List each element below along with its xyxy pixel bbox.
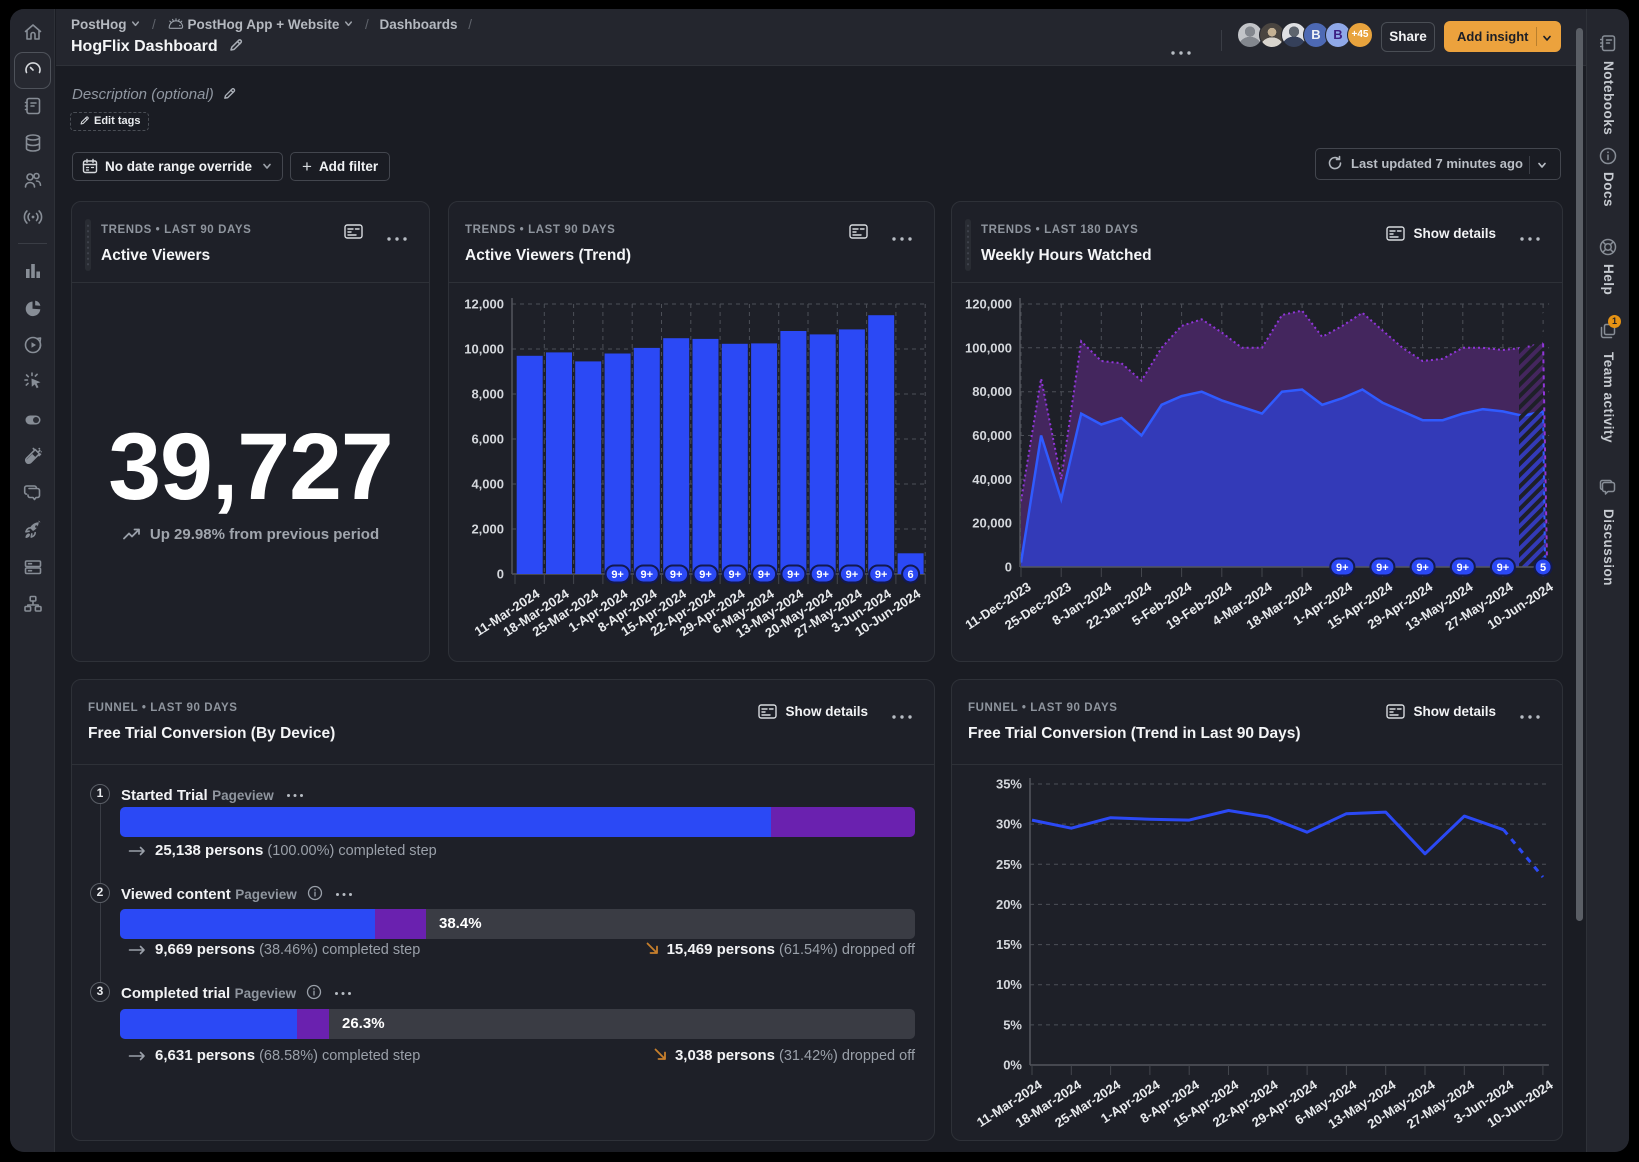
svg-text:20,000: 20,000	[972, 516, 1012, 531]
svg-text:0: 0	[1005, 560, 1012, 575]
svg-text:9+: 9+	[729, 569, 742, 581]
svg-text:20%: 20%	[996, 897, 1022, 912]
svg-text:0%: 0%	[1003, 1058, 1022, 1073]
svg-text:9+: 9+	[816, 569, 829, 581]
svg-text:4,000: 4,000	[471, 477, 504, 492]
svg-text:25%: 25%	[996, 857, 1022, 872]
svg-text:9+: 9+	[611, 569, 624, 581]
svg-text:120,000: 120,000	[965, 297, 1012, 312]
svg-text:10%: 10%	[996, 977, 1022, 992]
svg-text:5%: 5%	[1003, 1017, 1022, 1032]
svg-text:35%: 35%	[996, 777, 1022, 792]
svg-text:9+: 9+	[758, 569, 771, 581]
svg-text:9+: 9+	[875, 569, 888, 581]
svg-text:40,000: 40,000	[972, 472, 1012, 487]
svg-text:0: 0	[497, 567, 504, 582]
svg-text:9+: 9+	[846, 569, 859, 581]
svg-text:9+: 9+	[1497, 562, 1510, 574]
svg-text:100,000: 100,000	[965, 340, 1012, 355]
svg-text:9+: 9+	[699, 569, 712, 581]
svg-text:12,000: 12,000	[464, 297, 504, 312]
svg-text:15%: 15%	[996, 937, 1022, 952]
svg-text:30%: 30%	[996, 817, 1022, 832]
svg-text:60,000: 60,000	[972, 428, 1012, 443]
svg-text:9+: 9+	[1457, 562, 1470, 574]
svg-text:10,000: 10,000	[464, 342, 504, 357]
svg-text:80,000: 80,000	[972, 384, 1012, 399]
svg-text:6,000: 6,000	[471, 432, 504, 447]
svg-text:9+: 9+	[787, 569, 800, 581]
svg-text:8,000: 8,000	[471, 387, 504, 402]
svg-text:9+: 9+	[1336, 562, 1349, 574]
svg-text:2,000: 2,000	[471, 522, 504, 537]
svg-text:9+: 9+	[1416, 562, 1429, 574]
svg-text:6: 6	[908, 569, 914, 581]
svg-text:9+: 9+	[1376, 562, 1389, 574]
svg-text:9+: 9+	[670, 569, 683, 581]
svg-text:9+: 9+	[641, 569, 654, 581]
svg-text:5: 5	[1540, 562, 1546, 574]
